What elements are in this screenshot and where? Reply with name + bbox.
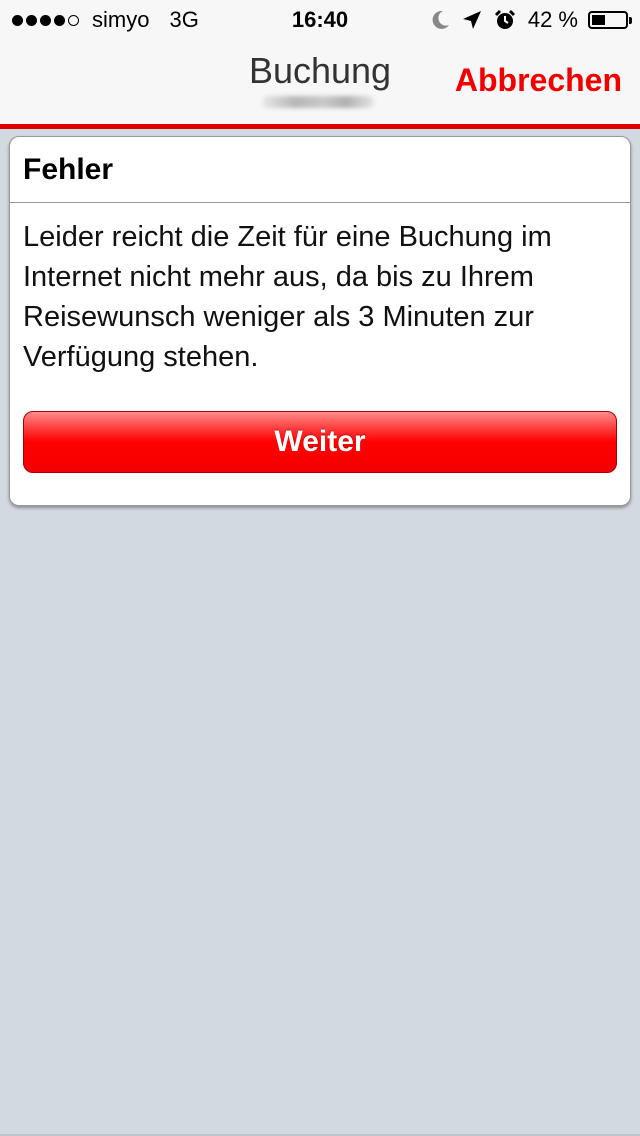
blurred-subtitle — [262, 96, 374, 108]
cancel-button[interactable]: Abbrechen — [455, 62, 622, 99]
location-arrow-icon — [462, 10, 482, 30]
status-right: 42 % — [420, 0, 632, 40]
alarm-clock-icon — [494, 9, 516, 31]
battery-icon — [588, 11, 632, 29]
status-bar: simyo 3G 16:40 42 % — [0, 0, 640, 40]
moon-icon — [432, 10, 450, 30]
dialog-message: Leider reicht die Zeit für eine Buchung … — [23, 221, 552, 373]
nav-accent-divider — [0, 124, 640, 129]
continue-button[interactable]: Weiter — [23, 411, 617, 473]
battery-percent: 42 % — [527, 7, 578, 32]
battery-fill — [592, 15, 606, 25]
navigation-bar: Buchung Abbrechen — [0, 40, 640, 124]
dialog-title: Fehler — [10, 137, 630, 203]
error-dialog: Fehler Leider reicht die Zeit für eine B… — [9, 136, 631, 506]
